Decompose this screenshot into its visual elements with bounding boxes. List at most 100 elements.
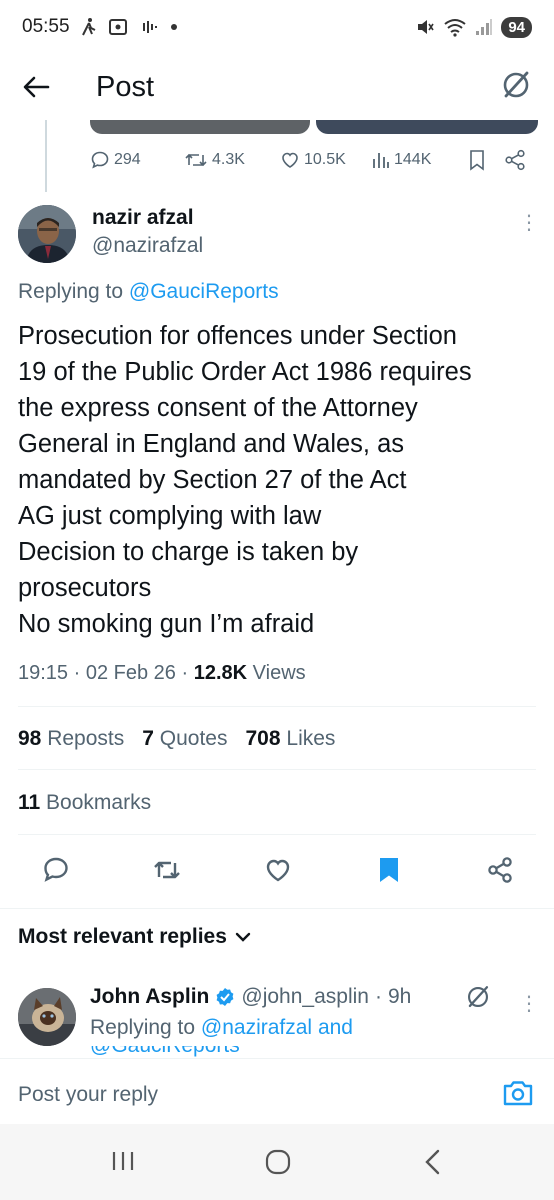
reposts-label: Reposts xyxy=(47,727,125,750)
reply-header: John Asplin @john_asplin · 9h xyxy=(90,985,411,1009)
post-views-label: Views xyxy=(252,662,306,684)
recent-apps-button[interactable] xyxy=(110,1148,136,1179)
like-button[interactable] xyxy=(258,850,298,890)
grok-button[interactable] xyxy=(500,69,532,106)
media-image[interactable] xyxy=(316,120,538,134)
reply-grok-button[interactable] xyxy=(465,984,491,1015)
share-icon xyxy=(488,857,512,883)
more-options-icon[interactable]: ⋮ xyxy=(519,213,539,233)
reply-input[interactable]: Post your reply xyxy=(18,1083,158,1107)
quotes-label: Quotes xyxy=(159,727,228,750)
top-nav: Post xyxy=(0,54,554,120)
author-handle[interactable]: @nazirafzal xyxy=(92,234,203,258)
back-icon xyxy=(425,1149,440,1175)
reply-action[interactable]: 294 xyxy=(90,150,141,170)
post-text-line: No smoking gun I’m afraid xyxy=(18,610,315,638)
reply-age: 9h xyxy=(387,985,412,1008)
reposts-count: 98 xyxy=(18,727,42,750)
post-actions xyxy=(18,850,538,890)
chevron-down-icon xyxy=(235,932,251,942)
post-meta: 19:15 · 02 Feb 26 · 12.8K Views xyxy=(18,662,306,685)
repost-action[interactable]: 4.3K xyxy=(184,150,245,170)
reply-count: 294 xyxy=(114,151,141,168)
verified-badge-icon xyxy=(216,988,234,1006)
page-title: Post xyxy=(96,70,155,103)
reply-handle-link[interactable]: @nazirafzal xyxy=(201,1016,312,1039)
reply-author-name[interactable]: John Asplin xyxy=(90,985,209,1009)
quotes-stat[interactable]: 7 Quotes xyxy=(142,727,227,751)
author-avatar[interactable] xyxy=(18,205,76,263)
bookmark-filled-icon xyxy=(380,858,398,882)
replying-to: Replying to @GauciReports xyxy=(18,280,279,304)
post-views-count: 12.8K xyxy=(193,662,248,684)
replying-prefix: Replying to xyxy=(18,280,124,303)
previous-post-media[interactable] xyxy=(90,120,540,136)
bookmark-action[interactable] xyxy=(468,149,486,171)
post-text-line: prosecutors xyxy=(18,574,152,602)
post-text-line: Decision to charge is taken by xyxy=(18,538,359,566)
like-action[interactable]: 10.5K xyxy=(280,150,346,170)
repost-count: 4.3K xyxy=(212,151,245,168)
walking-icon xyxy=(81,18,95,36)
likes-label: Likes xyxy=(286,727,336,750)
bookmarks-count: 11 xyxy=(18,791,41,814)
grok-icon xyxy=(468,986,489,1008)
previous-post-actions: 294 4.3K 10.5K 144K xyxy=(90,146,540,174)
bookmark-button[interactable] xyxy=(369,850,409,890)
views-action[interactable]: 144K xyxy=(372,150,431,170)
reposts-stat[interactable]: 98 Reposts xyxy=(18,727,124,751)
meta-separator: · xyxy=(374,985,382,1008)
wifi-icon xyxy=(444,19,466,37)
like-count: 10.5K xyxy=(304,151,346,168)
reply-icon xyxy=(91,151,109,169)
grok-icon xyxy=(503,71,529,97)
heart-icon xyxy=(266,859,290,882)
home-button[interactable] xyxy=(264,1148,292,1181)
post-text-line: General in England and Wales, as xyxy=(18,430,405,458)
voice-icon xyxy=(142,21,157,33)
status-time: 05:55 xyxy=(22,16,70,37)
reply-button[interactable] xyxy=(36,850,76,890)
post-text-line: mandated by Section 27 of the Act xyxy=(18,466,407,494)
reply-author-handle[interactable]: @john_asplin xyxy=(241,985,369,1009)
battery-indicator: 94 xyxy=(501,16,532,38)
bookmark-icon xyxy=(470,150,484,171)
camera-icon xyxy=(503,1081,533,1106)
home-icon xyxy=(265,1149,291,1175)
author-name[interactable]: nazir afzal xyxy=(92,206,194,230)
screen-record-icon xyxy=(108,19,127,35)
reply-more-options-icon[interactable]: ⋮ xyxy=(519,994,539,1014)
bookmarks-label: Bookmarks xyxy=(46,791,152,814)
reply-replying-overflow: @GauciReports xyxy=(90,1046,240,1058)
engagement-stats: 98 Reposts 7 Quotes 708 Likes xyxy=(18,727,335,751)
reply-icon xyxy=(44,857,68,882)
replying-handle-link[interactable]: @GauciReports xyxy=(129,280,279,303)
reply-second-handle-link[interactable]: @GauciReports xyxy=(90,1046,240,1058)
mute-icon xyxy=(418,20,434,34)
section-divider xyxy=(0,908,554,909)
reply-replying-to: Replying to @nazirafzal and xyxy=(90,1016,353,1040)
reply-and: and xyxy=(317,1016,353,1039)
post-date: 02 Feb 26 xyxy=(85,662,176,684)
quotes-count: 7 xyxy=(142,727,154,750)
signal-icon xyxy=(476,19,493,35)
reply-photo xyxy=(18,988,76,1046)
camera-button[interactable] xyxy=(502,1079,534,1112)
media-image[interactable] xyxy=(90,120,310,134)
bookmarks-stat[interactable]: 11 Bookmarks xyxy=(18,791,151,815)
likes-stat[interactable]: 708 Likes xyxy=(246,727,336,751)
post-time: 19:15 xyxy=(18,662,69,684)
heart-icon xyxy=(282,152,298,168)
post-text-line: 19 of the Public Order Act 1986 requires xyxy=(18,358,472,386)
repost-button[interactable] xyxy=(147,850,187,890)
post-text-line: Prosecution for offences under Section xyxy=(18,322,457,350)
status-right: 94 xyxy=(415,16,532,38)
author-photo xyxy=(18,205,76,263)
reply-sort-dropdown[interactable]: Most relevant replies xyxy=(18,925,251,949)
reply-avatar[interactable] xyxy=(18,988,76,1046)
recent-apps-icon xyxy=(112,1152,134,1170)
back-button[interactable] xyxy=(422,1148,444,1181)
share-action[interactable] xyxy=(504,149,526,171)
share-button[interactable] xyxy=(480,850,520,890)
back-arrow-icon[interactable] xyxy=(22,75,50,99)
